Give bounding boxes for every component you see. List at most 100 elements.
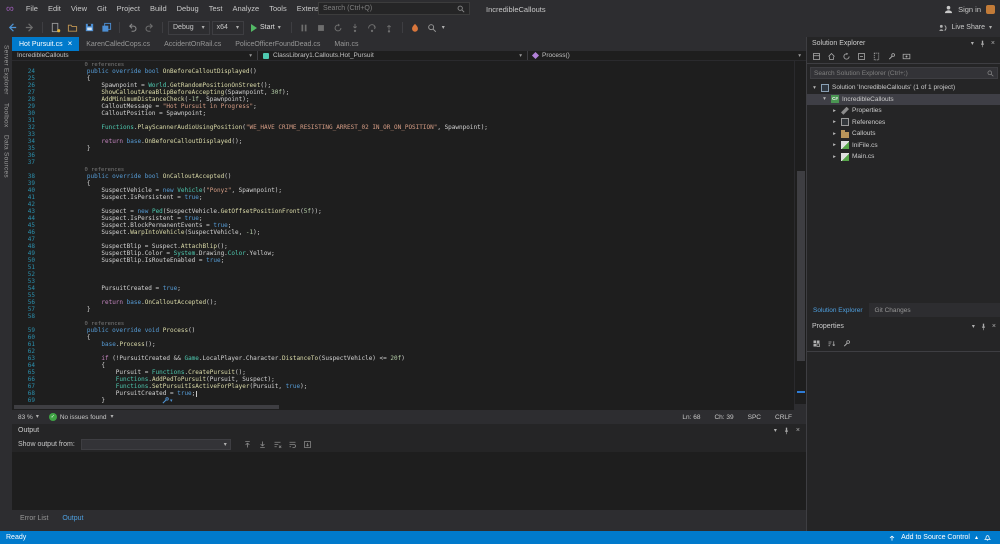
line-number[interactable]: 65 [12,369,42,376]
chevron-collapsed-icon[interactable]: ▸ [831,131,838,137]
step-into-button[interactable] [348,20,363,35]
refresh-icon[interactable] [842,52,851,61]
code-line[interactable]: 0 references [12,320,794,327]
chevron-collapsed-icon[interactable]: ▸ [831,108,838,114]
code-line[interactable]: 58 [12,313,794,320]
code-line[interactable]: 54 PursuitCreated = true; [12,285,794,292]
line-number[interactable]: 34 [12,138,42,145]
line-number[interactable]: 61 [12,341,42,348]
line-number[interactable]: 30 [12,110,42,117]
code-line[interactable]: 66 Functions.AddPedToPursuit(Pursuit, Su… [12,376,794,383]
home-icon[interactable] [827,52,836,61]
line-number[interactable]: 59 [12,327,42,334]
properties-wrench-icon[interactable] [887,52,896,61]
code-line[interactable]: 28 AddMinimumDistanceCheck(-1f, Spawnpoi… [12,96,794,103]
hot-reload-button[interactable] [408,20,423,35]
line-number[interactable] [12,166,42,173]
menu-view[interactable]: View [66,0,92,18]
pin-icon[interactable] [980,323,987,331]
line-number[interactable]: 31 [12,117,42,124]
line-number[interactable]: 48 [12,243,42,250]
notifications-bell-icon[interactable] [983,533,992,542]
find-in-files-button[interactable] [425,20,440,35]
line-number[interactable]: 52 [12,271,42,278]
tree-item-inifile-cs[interactable]: ▸IniFile.cs [807,140,1000,152]
chevron-down-icon[interactable]: ▾ [989,25,992,31]
code-line[interactable]: 34 return base.OnBeforeCalloutDisplayed(… [12,138,794,145]
clear-all-icon[interactable] [273,440,282,449]
line-number[interactable]: 33 [12,131,42,138]
open-file-button[interactable] [65,20,80,35]
show-all-files-icon[interactable] [872,52,881,61]
pin-icon[interactable] [979,40,986,48]
solution-configurations-dropdown[interactable]: Debug▾ [168,21,210,35]
code-line[interactable]: 0 references [12,61,794,68]
go-to-next-message-icon[interactable] [258,440,267,449]
line-number[interactable]: 49 [12,250,42,257]
menu-file[interactable]: File [21,0,43,18]
line-number[interactable]: 27 [12,89,42,96]
line-number[interactable]: 60 [12,334,42,341]
line-number[interactable]: 28 [12,96,42,103]
tree-item-callouts[interactable]: ▸Callouts [807,128,1000,140]
line-number[interactable]: 37 [12,159,42,166]
chevron-up-icon[interactable]: ▴ [975,534,978,541]
chevron-collapsed-icon[interactable]: ▸ [831,142,838,148]
code-line[interactable]: 56 return base.OnCalloutAccepted(); [12,299,794,306]
menu-build[interactable]: Build [145,0,172,18]
menu-analyze[interactable]: Analyze [228,0,265,18]
preview-selected-items-icon[interactable] [902,52,911,61]
line-number[interactable]: 43 [12,208,42,215]
code-line[interactable]: 63 if (!PursuitCreated && Game.LocalPlay… [12,355,794,362]
line-number[interactable]: 57 [12,306,42,313]
line-number[interactable]: 36 [12,152,42,159]
go-to-previous-message-icon[interactable] [243,440,252,449]
code-line[interactable]: 49 SuspectBlip.Color = System.Drawing.Co… [12,250,794,257]
code-line[interactable]: 68 PursuitCreated = true; [12,390,794,397]
line-number[interactable]: 58 [12,313,42,320]
editor-vertical-scrollbar[interactable] [794,61,806,404]
tree-item-incrediblecallouts[interactable]: ▾C#IncredibleCallouts [807,94,1000,106]
column-indicator[interactable]: Ch: 39 [714,414,733,421]
step-out-button[interactable] [382,20,397,35]
code-line[interactable]: 41 Suspect.IsPersistent = true; [12,194,794,201]
code-line[interactable]: 40 SuspectVehicle = new Vehicle("Ponyz",… [12,187,794,194]
code-line[interactable]: 51 [12,264,794,271]
line-number[interactable]: 56 [12,299,42,306]
feedback-icon[interactable] [986,5,995,14]
stop-debugging-button[interactable] [314,20,329,35]
code-line[interactable]: 31 [12,117,794,124]
chevron-down-icon[interactable]: ▾ [774,428,777,434]
line-number[interactable]: 64 [12,362,42,369]
break-all-button[interactable] [297,20,312,35]
live-share-button[interactable]: Live Share [952,24,985,31]
code-line[interactable]: 29 CalloutMessage = "Hot Pursuit in Prog… [12,103,794,110]
scrollbar-thumb[interactable] [797,171,805,361]
line-number[interactable]: 42 [12,201,42,208]
line-number[interactable]: 41 [12,194,42,201]
collapse-all-icon[interactable] [857,52,866,61]
line-number[interactable]: 29 [12,103,42,110]
navigate-back-button[interactable] [5,20,20,35]
line-number[interactable]: 38 [12,173,42,180]
line-number[interactable]: 53 [12,278,42,285]
code-line[interactable]: 39 { [12,180,794,187]
document-health-icon[interactable]: ✓ [49,413,57,421]
toolbar-overflow-icon[interactable]: ▾ [442,25,445,31]
user-profile-icon[interactable] [944,5,953,14]
switch-views-icon[interactable] [812,52,821,61]
code-line[interactable]: 44 Suspect.IsPersistent = true; [12,215,794,222]
code-line[interactable]: 59 public override void Process() [12,327,794,334]
code-line[interactable]: 30 CalloutPosition = Spawnpoint; [12,110,794,117]
code-line[interactable]: 67 Functions.SetPursuitIsActiveForPlayer… [12,383,794,390]
line-number[interactable]: 40 [12,187,42,194]
code-line[interactable]: 33 [12,131,794,138]
pin-icon[interactable] [783,427,790,435]
code-line[interactable]: 43 Suspect = new Ped(SuspectVehicle.GetO… [12,208,794,215]
code-line[interactable]: 45 Suspect.BlockPermanentEvents = true; [12,222,794,229]
code-line[interactable]: 53 [12,278,794,285]
tab-hot-pursuit-cs[interactable]: Hot Pursuit.cs× [12,37,79,51]
breadcrumb-type-dropdown[interactable]: ClassLibrary1.Callouts.Hot_Pursuit ▾ [258,51,528,60]
side-tab-data-sources[interactable]: Data Sources [3,135,10,178]
breadcrumb-project-dropdown[interactable]: IncredibleCallouts ▾ [12,51,258,60]
